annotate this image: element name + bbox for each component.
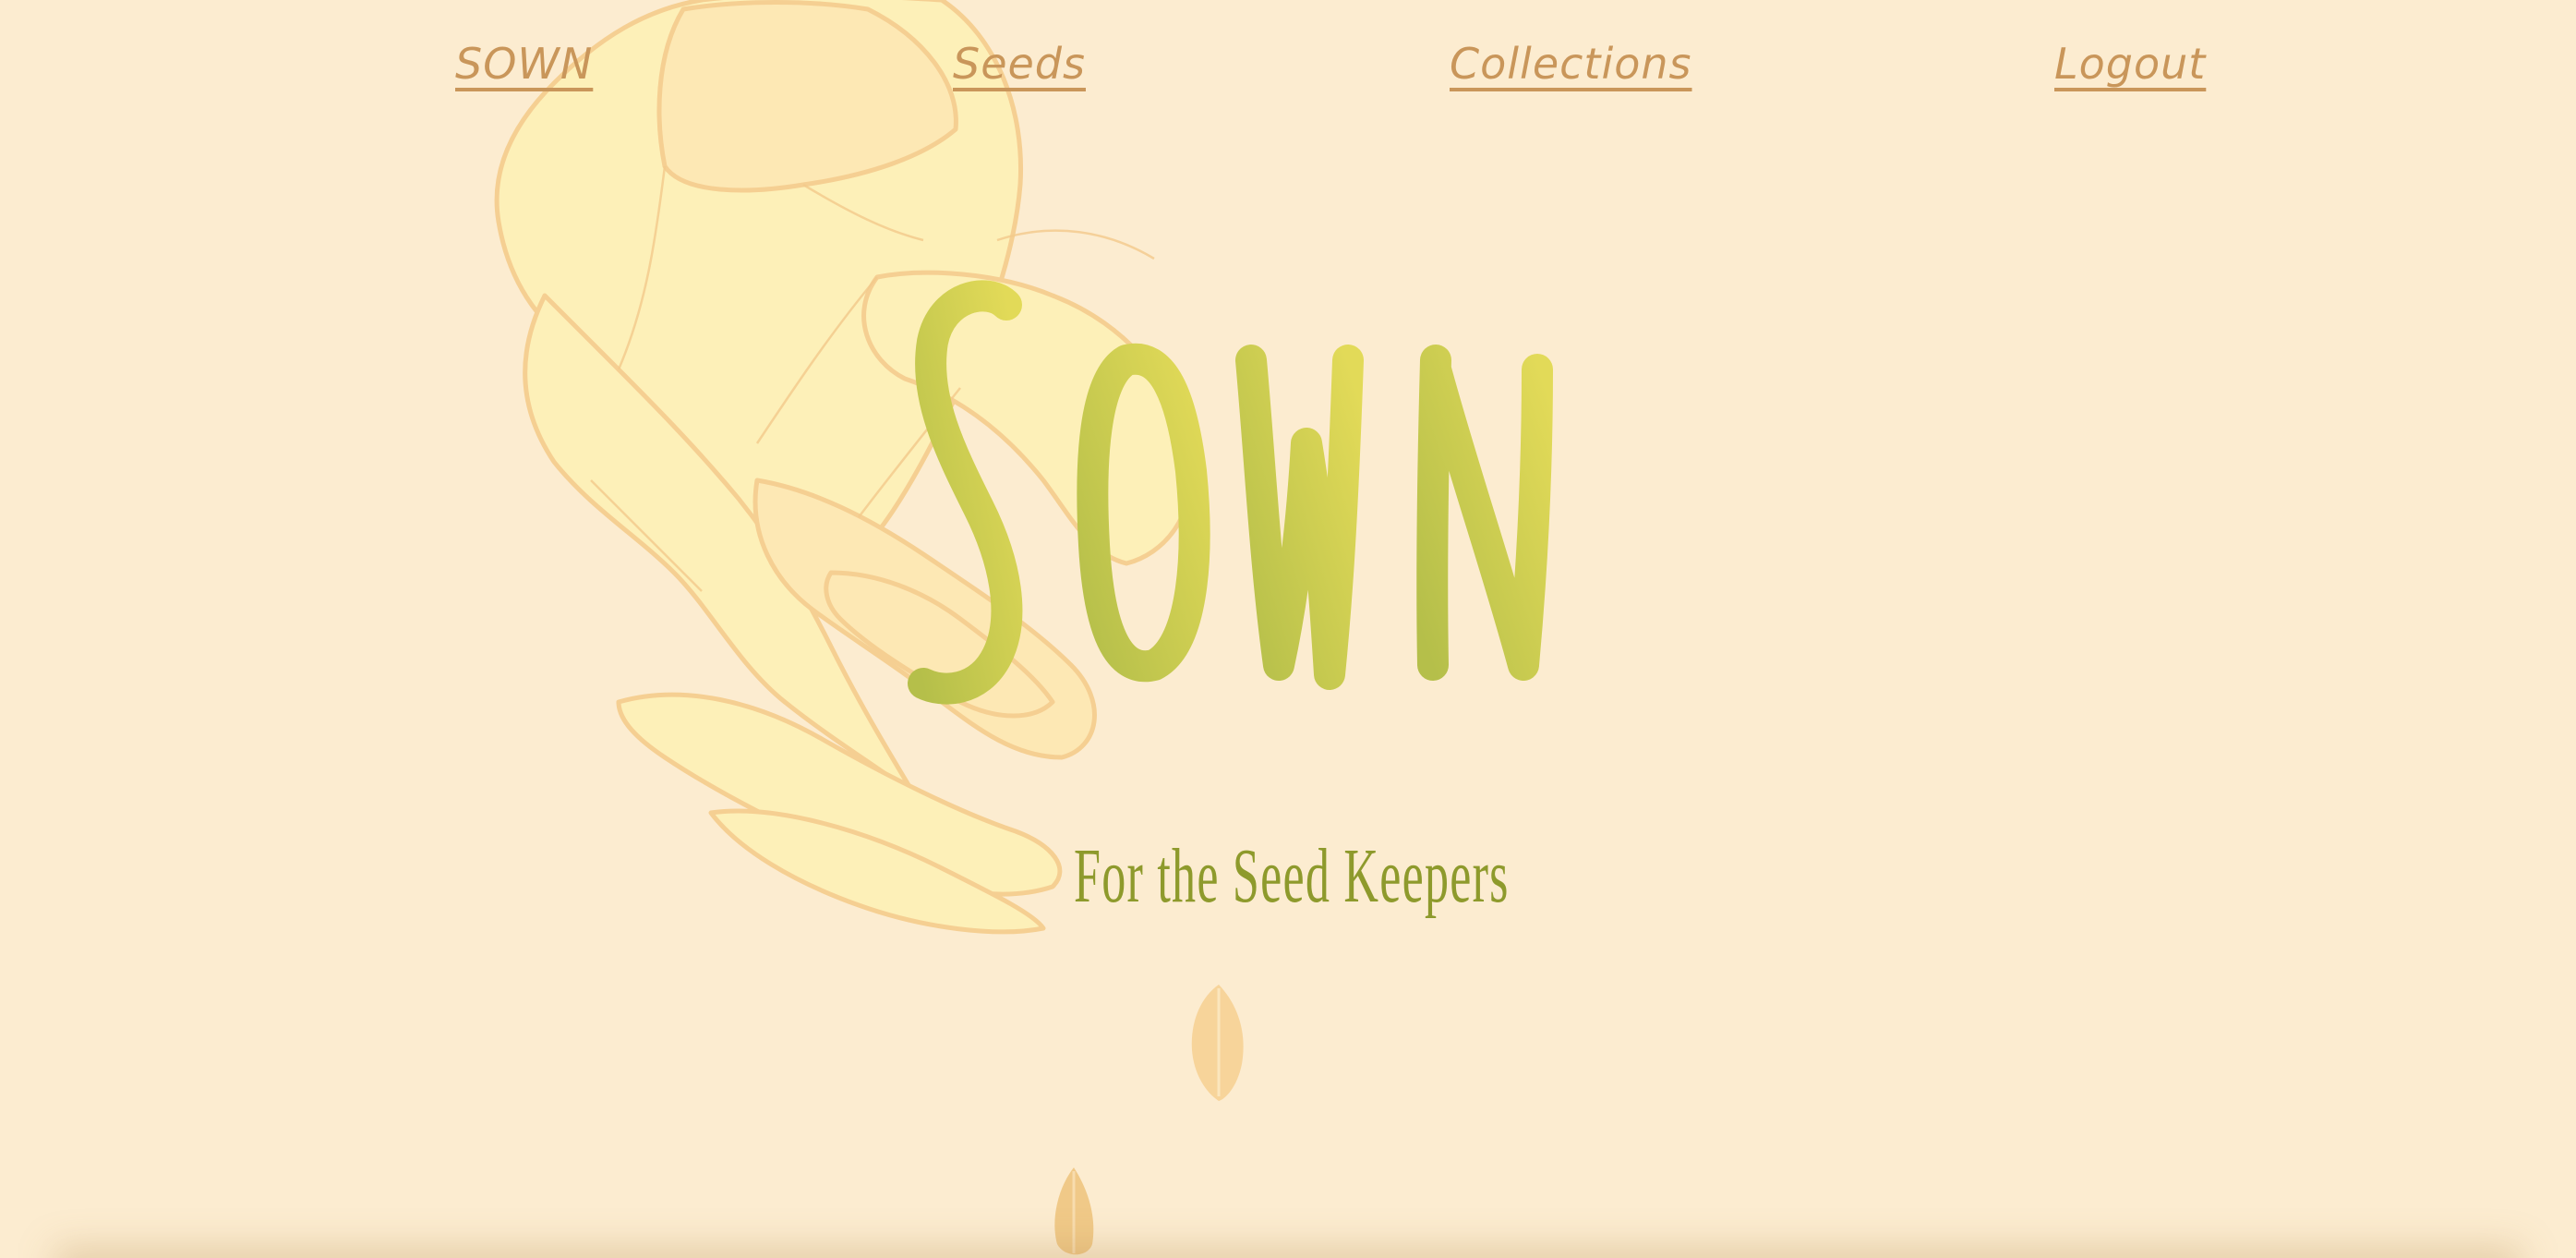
nav-link-collections[interactable]: Collections [1450,39,1692,89]
nav-link-seeds[interactable]: Seeds [953,39,1086,89]
nav-link-logout[interactable]: Logout [2054,39,2206,89]
hero-title-sown [908,280,1553,705]
seed-icon-2 [1054,1167,1094,1255]
page: SOWN Seeds Collections Logout For the Se… [0,0,2576,1258]
hero-tagline: For the Seed Keepers [1074,833,1510,919]
top-navigation: SOWN Seeds Collections Logout [0,0,2576,120]
nav-link-home[interactable]: SOWN [455,39,593,89]
seed-icon [1191,985,1244,1101]
